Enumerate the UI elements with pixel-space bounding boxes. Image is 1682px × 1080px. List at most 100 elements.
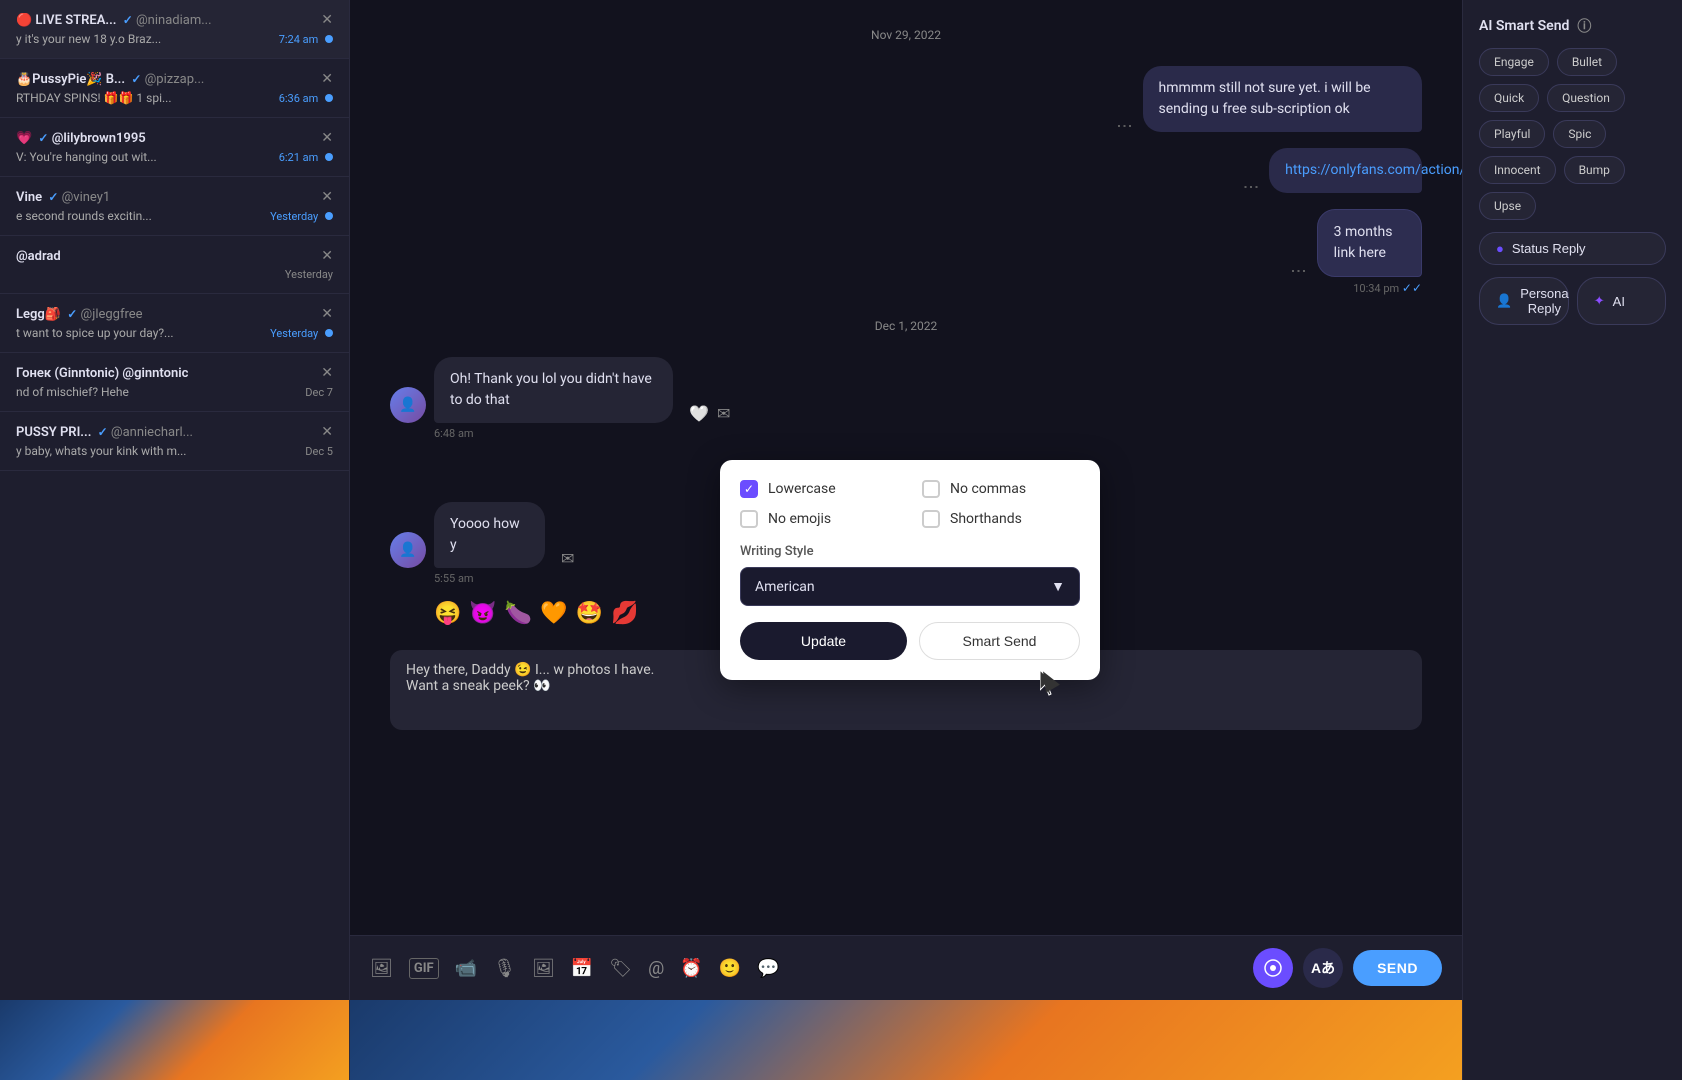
conv-close-0[interactable]: ✕	[321, 12, 333, 28]
message-bubble-msg5: Yoooo how y	[434, 502, 545, 568]
conv-handle-1: @pizzap...	[145, 72, 205, 87]
sidebar-bottom-bar	[0, 1000, 349, 1080]
message-menu-msg3[interactable]: ⋮	[1290, 263, 1309, 277]
conv-item-6[interactable]: Гонек (Ginntonic) @ginntonic ✕ nd of mis…	[0, 353, 349, 412]
mail-icon-msg4[interactable]: ✉	[717, 404, 730, 423]
conv-item-7[interactable]: PUSSY PRI... ✓ @anniecharl... ✕ y baby, …	[0, 412, 349, 471]
heart-icon-msg4[interactable]: 🤍	[689, 404, 709, 423]
conv-time-1: 6:36 am	[279, 92, 333, 105]
chip-innocent[interactable]: Innocent	[1479, 156, 1556, 184]
writing-style-dropdown[interactable]: American ▼	[740, 567, 1080, 606]
mail-icon-msg5[interactable]: ✉	[561, 549, 574, 568]
send-button[interactable]: SEND	[1353, 950, 1442, 986]
writing-style-value: American	[755, 579, 815, 595]
message-row-msg1: ⋮ hmmmm still not sure yet. i will be se…	[390, 66, 1422, 132]
chip-bump[interactable]: Bump	[1564, 156, 1625, 184]
mention-icon[interactable]: @	[648, 958, 664, 979]
message-actions-msg4: 🤍 ✉	[689, 404, 730, 423]
conv-close-7[interactable]: ✕	[321, 424, 333, 440]
status-reply-button[interactable]: ● Status Reply	[1479, 232, 1666, 265]
conv-handle-7: @anniecharl...	[111, 425, 193, 440]
chip-upse[interactable]: Upse	[1479, 192, 1536, 220]
date-divider-dec1: Dec 1, 2022	[390, 319, 1422, 333]
persona-reply-button[interactable]: 👤 Persona Reply	[1479, 277, 1569, 325]
conv-item-3[interactable]: Vine ✓ @viney1 ✕ e second rounds excitin…	[0, 177, 349, 236]
no-emojis-label: No emojis	[768, 511, 831, 527]
lowercase-option[interactable]: ✓ Lowercase	[740, 480, 898, 498]
tag-icon[interactable]: 🏷	[609, 958, 632, 979]
conv-time-6: Dec 7	[305, 386, 333, 399]
message-time-msg3: 10:34 pm ✓✓	[1353, 281, 1422, 295]
conv-item-1[interactable]: 🎂PussyPie🎉 B... ✓ @pizzap... ✕ RTHDAY SP…	[0, 59, 349, 118]
input-toolbar: 🖼 GIF 📹 🎙 🖼 📅 🏷 @ ⏰ 🙂 💬	[370, 948, 1442, 988]
clock-icon[interactable]: ⏰	[680, 958, 702, 979]
conv-name-6: Гонек (Ginntonic) @ginntonic	[16, 366, 313, 381]
message-time-msg5: 5:55 am	[434, 572, 474, 585]
chat-input-area: 🖼 GIF 📹 🎙 🖼 📅 🏷 @ ⏰ 🙂 💬	[350, 935, 1462, 1000]
conv-time-7: Dec 5	[305, 445, 333, 458]
conv-close-1[interactable]: ✕	[321, 71, 333, 87]
status-reply-label: Status Reply	[1512, 241, 1586, 256]
verified-icon-3: ✓	[48, 190, 58, 204]
no-commas-option[interactable]: No commas	[922, 480, 1080, 498]
image-upload-icon[interactable]: 🖼	[370, 958, 393, 979]
share-button[interactable]	[1253, 948, 1293, 988]
chat-template-icon[interactable]: 💬	[757, 958, 779, 979]
smart-send-button[interactable]: Smart Send	[919, 622, 1080, 660]
conv-name-7: PUSSY PRI... ✓ @anniecharl...	[16, 425, 313, 440]
toolbar-right: Aあ SEND	[1253, 948, 1442, 988]
calendar-icon[interactable]: 📅	[571, 958, 593, 979]
unread-dot-1	[325, 94, 333, 102]
conv-close-2[interactable]: ✕	[321, 130, 333, 146]
shorthands-option[interactable]: Shorthands	[922, 510, 1080, 528]
translate-button[interactable]: Aあ	[1303, 948, 1343, 988]
chip-spic[interactable]: Spic	[1553, 120, 1606, 148]
unread-dot-2	[325, 153, 333, 161]
chip-question[interactable]: Question	[1547, 84, 1625, 112]
persona-icon: 👤	[1496, 293, 1512, 309]
conv-name-0: 🔴 LIVE STREA... ✓ @ninadiam...	[16, 13, 313, 28]
chevron-down-icon: ▼	[1051, 578, 1065, 595]
chip-bullet[interactable]: Bullet	[1557, 48, 1617, 76]
writing-style-heading: Writing Style	[740, 544, 1080, 559]
verified-icon-7: ✓	[98, 425, 108, 439]
writing-style-popup: ✓ Lowercase No commas No emojis Shorthan…	[720, 460, 1100, 680]
msg5-text: Yoooo how y	[450, 516, 520, 553]
update-button[interactable]: Update	[740, 622, 907, 660]
no-commas-checkbox[interactable]	[922, 480, 940, 498]
gif-icon[interactable]: GIF	[409, 958, 439, 979]
conv-handle-3: @viney1	[62, 190, 111, 205]
popup-buttons: Update Smart Send	[740, 622, 1080, 660]
message-menu-msg2[interactable]: ⋮	[1242, 179, 1261, 193]
no-emojis-option[interactable]: No emojis	[740, 510, 898, 528]
lowercase-label: Lowercase	[768, 481, 836, 497]
conv-close-3[interactable]: ✕	[321, 189, 333, 205]
chip-quick[interactable]: Quick	[1479, 84, 1539, 112]
conv-close-4[interactable]: ✕	[321, 248, 333, 264]
date-divider-nov29: Nov 29, 2022	[390, 28, 1422, 42]
photo-icon[interactable]: 🖼	[532, 958, 555, 979]
no-emojis-checkbox[interactable]	[740, 510, 758, 528]
lowercase-checkbox[interactable]: ✓	[740, 480, 758, 498]
emoji-icon[interactable]: 🙂	[719, 958, 741, 979]
conv-item-2[interactable]: 💗 ✓ @lilybrown1995 ✕ V: You're hanging o…	[0, 118, 349, 177]
conv-item-5[interactable]: Legg🎒 ✓ @jleggfree ✕ t want to spice up …	[0, 294, 349, 353]
main-chat-area: Nov 29, 2022 ⋮ hmmmm still not sure yet.…	[350, 0, 1462, 1080]
conv-close-5[interactable]: ✕	[321, 306, 333, 322]
conv-item-0[interactable]: 🔴 LIVE STREA... ✓ @ninadiam... ✕ y it's …	[0, 0, 349, 59]
chip-engage[interactable]: Engage	[1479, 48, 1549, 76]
info-icon[interactable]: ⓘ	[1577, 16, 1591, 36]
conv-close-6[interactable]: ✕	[321, 365, 333, 381]
conv-time-2: 6:21 am	[279, 151, 333, 164]
chip-playful[interactable]: Playful	[1479, 120, 1545, 148]
verified-icon-2: ✓	[38, 131, 48, 145]
microphone-icon[interactable]: 🎙	[493, 958, 516, 979]
message-menu-msg1[interactable]: ⋮	[1116, 118, 1135, 132]
conv-name-5: Legg🎒 ✓ @jleggfree	[16, 307, 313, 322]
shorthands-checkbox[interactable]	[922, 510, 940, 528]
video-icon[interactable]: 📹	[455, 958, 477, 979]
ai-reply-button[interactable]: ✦ AI	[1577, 277, 1666, 325]
conv-name-3: Vine ✓ @viney1	[16, 190, 313, 205]
conv-preview-1: RTHDAY SPINS! 🎁🎁 1 spi...	[16, 91, 172, 105]
conv-item-4[interactable]: @adrad ✕ Yesterday	[0, 236, 349, 294]
